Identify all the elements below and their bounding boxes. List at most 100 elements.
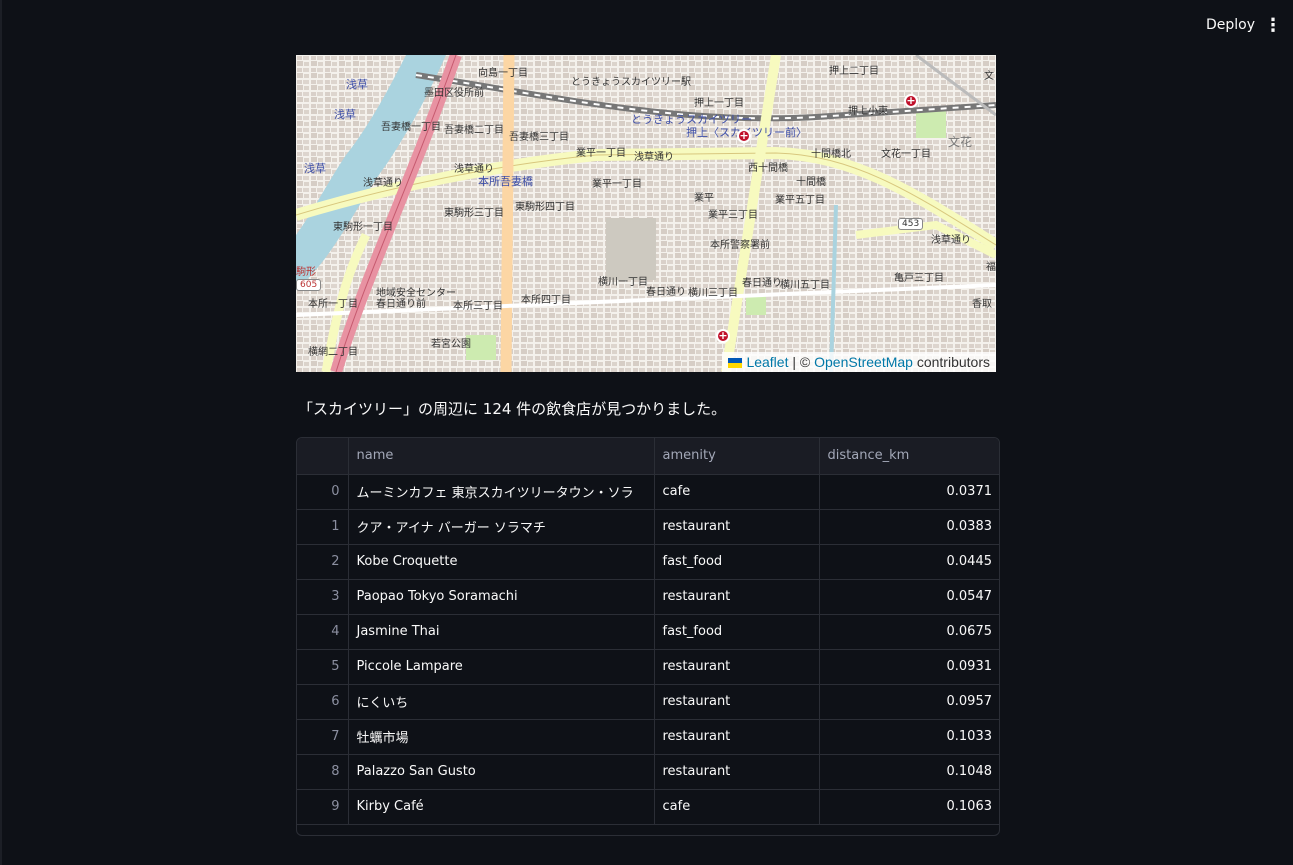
map-label: 香取 [972, 299, 992, 310]
amenity-cell[interactable]: restaurant [654, 754, 820, 790]
amenity-cell[interactable]: restaurant [654, 509, 820, 545]
table-row[interactable]: 7 牡蠣市場 restaurant 0.1033 [297, 719, 999, 755]
map-label: 西十間橋 [748, 163, 788, 174]
map-tiles [296, 55, 996, 372]
row-index-cell[interactable]: 5 [297, 649, 349, 685]
amenity-cell[interactable]: restaurant [654, 684, 820, 720]
map-label: 春日通り [742, 278, 782, 289]
distance-cell[interactable]: 0.1063 [819, 789, 999, 825]
row-index-cell[interactable]: 3 [297, 579, 349, 615]
hospital-icon[interactable]: + [716, 329, 730, 343]
table-row[interactable]: 8 Palazzo San Gusto restaurant 0.1048 [297, 754, 999, 790]
map-label: 業平一丁目 [576, 148, 626, 159]
distance-cell[interactable]: 0.0383 [819, 509, 999, 545]
name-cell[interactable]: ムーミンカフェ 東京スカイツリータウン・ソラ [348, 474, 655, 510]
map-label: 業平 [694, 193, 714, 204]
row-index-cell[interactable]: 0 [297, 474, 349, 510]
distance-cell[interactable]: 0.1048 [819, 754, 999, 790]
amenity-cell[interactable]: fast_food [654, 544, 820, 580]
map-label: 横川一丁目 [598, 277, 648, 288]
table-row[interactable]: 1 クア・アイナ バーガー ソラマチ restaurant 0.0383 [297, 509, 999, 545]
amenity-cell[interactable]: restaurant [654, 649, 820, 685]
leaflet-link[interactable]: Leaflet [746, 354, 788, 370]
amenity-cell[interactable]: restaurant [654, 719, 820, 755]
row-index-cell[interactable]: 2 [297, 544, 349, 580]
map-label: 文花一丁目 [881, 149, 931, 160]
map-label: 本所吾妻橋 [478, 175, 533, 188]
deploy-button[interactable]: Deploy [1196, 10, 1265, 40]
name-cell[interactable]: Palazzo San Gusto [348, 754, 655, 790]
map-label: 亀戸三丁目 [894, 273, 944, 284]
column-header-index[interactable] [297, 438, 349, 475]
name-cell[interactable]: クア・アイナ バーガー ソラマチ [348, 509, 655, 545]
amenity-cell[interactable]: cafe [654, 474, 820, 510]
row-index-cell[interactable]: 6 [297, 684, 349, 720]
map-label: 本所四丁目 [521, 295, 571, 306]
table-row[interactable]: 6 にくいち restaurant 0.0957 [297, 684, 999, 720]
attribution-separator: | © [792, 354, 811, 370]
map-label: 東駒形三丁目 [444, 208, 504, 219]
amenity-cell[interactable]: fast_food [654, 614, 820, 650]
results-dataframe[interactable]: name amenity distance_km 0 ムーミンカフェ 東京スカイツ… [296, 437, 1000, 836]
map-label: とうきょうスカイツリー駅 [571, 77, 691, 88]
name-cell[interactable]: Kobe Croquette [348, 544, 655, 580]
distance-cell[interactable]: 0.1033 [819, 719, 999, 755]
route-shield: 453 [898, 218, 924, 230]
column-header-amenity[interactable]: amenity [654, 438, 820, 475]
hospital-icon[interactable]: + [904, 94, 918, 108]
amenity-cell[interactable]: cafe [654, 789, 820, 825]
name-cell[interactable]: にくいち [348, 684, 655, 720]
map-widget[interactable]: 浅草 浅草 浅草 向島一丁目 墨田区役所前 吾妻橋一丁目 吾妻橋二丁目 吾妻橋三… [296, 55, 996, 372]
map-label: 浅草通り [634, 152, 674, 163]
distance-cell[interactable]: 0.0931 [819, 649, 999, 685]
map-label: 浅草通り [454, 164, 494, 175]
table-row[interactable]: 3 Paopao Tokyo Soramachi restaurant 0.0547 [297, 579, 999, 615]
row-index-cell[interactable]: 4 [297, 614, 349, 650]
amenity-cell[interactable]: restaurant [654, 579, 820, 615]
map-label: 本所三丁目 [453, 301, 503, 312]
table-row[interactable]: 5 Piccole Lampare restaurant 0.0931 [297, 649, 999, 685]
row-index-cell[interactable]: 7 [297, 719, 349, 755]
vertical-ellipsis-icon[interactable]: ⋮ [1261, 12, 1285, 38]
map-label: 浅草 [304, 162, 326, 175]
hospital-icon[interactable]: + [737, 129, 751, 143]
map-label: 向島一丁目 [478, 68, 528, 79]
row-index-cell[interactable]: 1 [297, 509, 349, 545]
column-header-name[interactable]: name [348, 438, 655, 475]
attribution-contributors: contributors [916, 354, 990, 370]
table-header: name amenity distance_km [297, 438, 999, 475]
map-label: 墨田区役所前 [424, 88, 484, 99]
name-cell[interactable]: Kirby Café [348, 789, 655, 825]
distance-cell[interactable]: 0.0371 [819, 474, 999, 510]
table-row[interactable]: 2 Kobe Croquette fast_food 0.0445 [297, 544, 999, 580]
map-label: 吾妻橋二丁目 [444, 125, 504, 136]
osm-link[interactable]: OpenStreetMap [814, 354, 913, 370]
row-index-cell[interactable]: 8 [297, 754, 349, 790]
map-label: 浅草通り [931, 235, 971, 246]
map-label: 本所警察署前 [710, 240, 770, 251]
name-cell[interactable]: Paopao Tokyo Soramachi [348, 579, 655, 615]
table-row[interactable]: 9 Kirby Café cafe 0.1063 [297, 789, 999, 825]
map-label: とうきょうスカイツリー [631, 113, 752, 126]
row-index-cell[interactable]: 9 [297, 789, 349, 825]
map-label: 業平五丁目 [775, 195, 825, 206]
route-shield: 605 [296, 279, 322, 291]
name-cell[interactable]: Piccole Lampare [348, 649, 655, 685]
table-row[interactable]: 0 ムーミンカフェ 東京スカイツリータウン・ソラ cafe 0.0371 [297, 474, 999, 510]
map-label: 春日通り [646, 287, 686, 298]
table-row[interactable]: 4 Jasmine Thai fast_food 0.0675 [297, 614, 999, 650]
name-cell[interactable]: Jasmine Thai [348, 614, 655, 650]
name-cell[interactable]: 牡蠣市場 [348, 719, 655, 755]
distance-cell[interactable]: 0.0547 [819, 579, 999, 615]
map-label: 十間橋 [796, 177, 826, 188]
distance-cell[interactable]: 0.0675 [819, 614, 999, 650]
distance-cell[interactable]: 0.0445 [819, 544, 999, 580]
map-attribution: Leaflet | © OpenStreetMap contributors [722, 352, 996, 372]
map-label: 東駒形四丁目 [515, 202, 575, 213]
map-label: 横川五丁目 [780, 280, 830, 291]
distance-cell[interactable]: 0.0957 [819, 684, 999, 720]
column-header-distance[interactable]: distance_km [819, 438, 999, 475]
map-label: 押上小東 [848, 106, 888, 117]
map-label: 本所一丁目 [308, 299, 358, 310]
map-label: 吾妻橋三丁目 [509, 132, 569, 143]
